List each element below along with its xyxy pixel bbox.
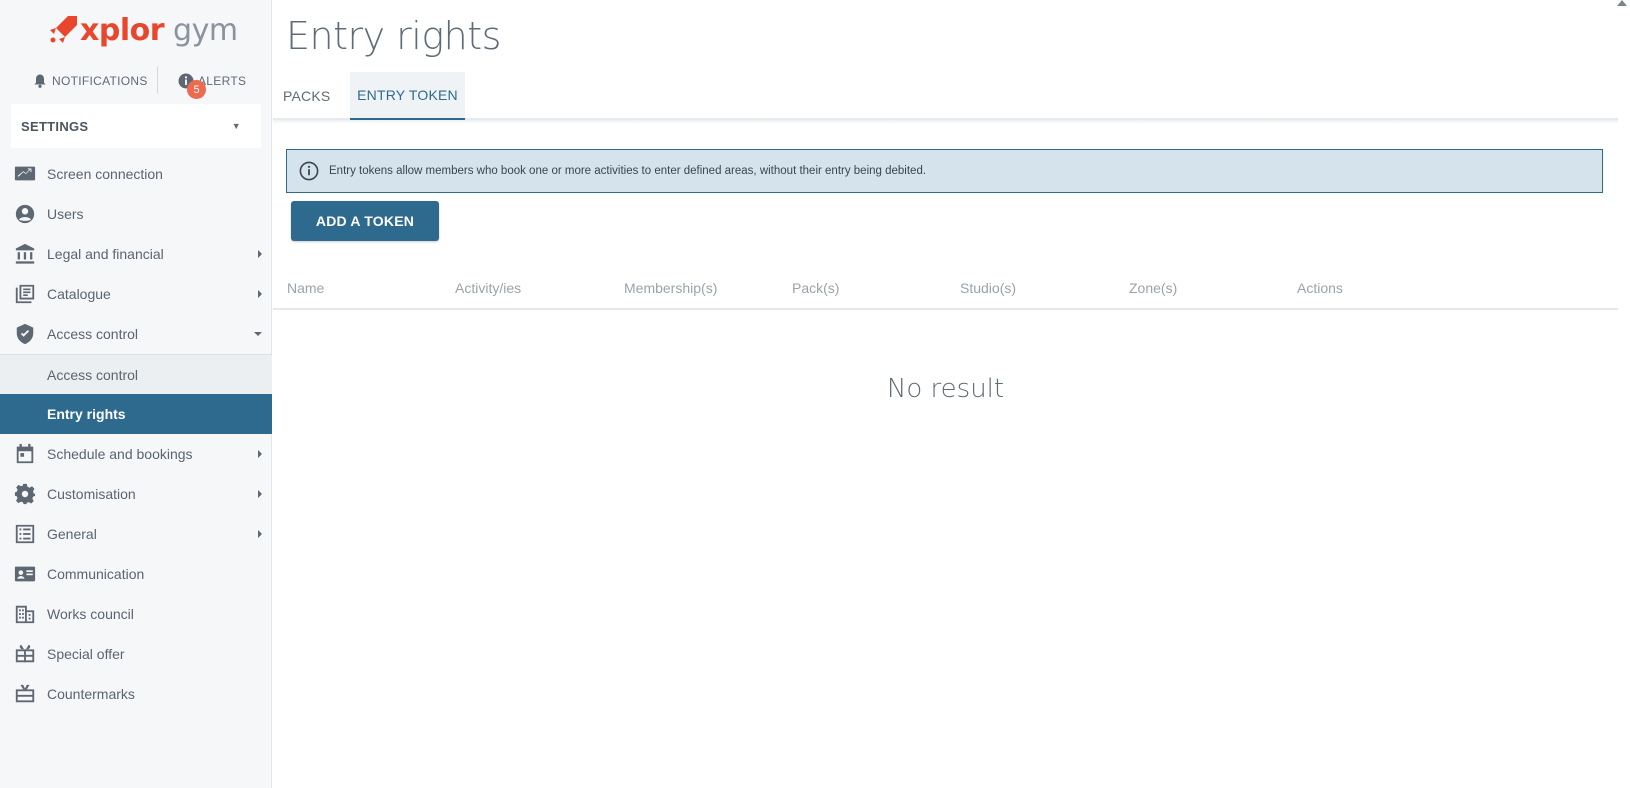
- rocket-logo-icon: [50, 16, 77, 43]
- divider: [157, 66, 158, 94]
- contact-card-icon: [14, 563, 36, 585]
- sidebar-item-special-offer[interactable]: Special offer: [0, 634, 272, 674]
- main-content: Entry rights PACKS ENTRY TOKEN Entry tok…: [273, 0, 1630, 788]
- chevron-right-icon: [258, 250, 262, 258]
- bank-icon: [14, 243, 36, 265]
- notifications-button[interactable]: NOTIFICATIONS: [32, 66, 148, 96]
- table-header: Name Activity/ies Membership(s) Pack(s) …: [273, 270, 1618, 310]
- alerts-count-badge: 5: [187, 80, 206, 99]
- sidebar-subitem-entry-rights[interactable]: Entry rights: [0, 394, 272, 434]
- sidebar-subitem-access-control[interactable]: Access control: [0, 354, 272, 394]
- sidebar-item-access-control[interactable]: Access control: [0, 314, 272, 354]
- screen-connection-icon: [14, 163, 36, 185]
- info-text: Entry tokens allow members who book one …: [329, 165, 927, 177]
- chevron-down-icon: [254, 332, 262, 336]
- column-header-packs[interactable]: Pack(s): [792, 280, 839, 296]
- catalogue-icon: [14, 283, 36, 305]
- building-icon: [14, 603, 36, 625]
- column-header-zones[interactable]: Zone(s): [1129, 280, 1177, 296]
- caret-down-icon: ▼: [231, 121, 241, 131]
- settings-select[interactable]: SETTINGS ▼: [11, 104, 261, 148]
- tab-packs[interactable]: PACKS: [283, 72, 330, 120]
- info-banner: Entry tokens allow members who book one …: [286, 149, 1603, 193]
- user-icon: [14, 203, 36, 225]
- logo[interactable]: xplor gym: [46, 10, 238, 50]
- column-header-memberships[interactable]: Membership(s): [624, 280, 717, 296]
- tab-bar-shadow: [273, 120, 1618, 124]
- tab-bar: PACKS ENTRY TOKEN: [273, 72, 1618, 120]
- chevron-right-icon: [258, 490, 262, 498]
- countermarks-icon: [14, 683, 36, 705]
- gear-icon: [14, 483, 36, 505]
- column-header-activities[interactable]: Activity/ies: [455, 280, 521, 296]
- sidebar-item-countermarks[interactable]: Countermarks: [0, 674, 272, 714]
- top-actions: NOTIFICATIONS ALERTS 5: [0, 66, 272, 99]
- shield-check-icon: [14, 323, 36, 345]
- chevron-right-icon: [258, 450, 262, 458]
- page-title: Entry rights: [286, 14, 501, 58]
- chevron-right-icon: [258, 290, 262, 298]
- brand-name: xplor gym: [80, 12, 238, 48]
- add-token-button[interactable]: ADD A TOKEN: [291, 201, 439, 241]
- settings-select-value: SETTINGS: [21, 118, 89, 134]
- info-outline-icon: [299, 161, 319, 181]
- sidebar-item-customisation[interactable]: Customisation: [0, 474, 272, 514]
- bell-icon: [34, 74, 46, 88]
- sidebar-item-works-council[interactable]: Works council: [0, 594, 272, 634]
- sidebar-item-screen-connection[interactable]: Screen connection: [0, 154, 272, 194]
- sidebar: xplor gym NOTIFICATIONS ALERTS 5 SETTING…: [0, 0, 272, 788]
- chevron-right-icon: [258, 530, 262, 538]
- sidebar-item-general[interactable]: General: [0, 514, 272, 554]
- tab-entry-token[interactable]: ENTRY TOKEN: [350, 72, 465, 120]
- column-header-name[interactable]: Name: [287, 280, 324, 296]
- scroll-up-arrow-icon[interactable]: [1617, 0, 1627, 6]
- sidebar-item-communication[interactable]: Communication: [0, 554, 272, 594]
- sidebar-item-legal-and-financial[interactable]: Legal and financial: [0, 234, 272, 274]
- column-header-studios[interactable]: Studio(s): [960, 280, 1016, 296]
- empty-state-text: No result: [886, 374, 1005, 404]
- notifications-label: NOTIFICATIONS: [52, 74, 148, 88]
- column-header-actions: Actions: [1297, 280, 1343, 296]
- gift-icon: [14, 643, 36, 665]
- sidebar-item-users[interactable]: Users: [0, 194, 272, 234]
- sidebar-nav: Screen connection Users Legal and financ…: [0, 154, 272, 714]
- list-icon: [14, 523, 36, 545]
- calendar-icon: [14, 443, 36, 465]
- sidebar-item-catalogue[interactable]: Catalogue: [0, 274, 272, 314]
- sidebar-item-schedule-and-bookings[interactable]: Schedule and bookings: [0, 434, 272, 474]
